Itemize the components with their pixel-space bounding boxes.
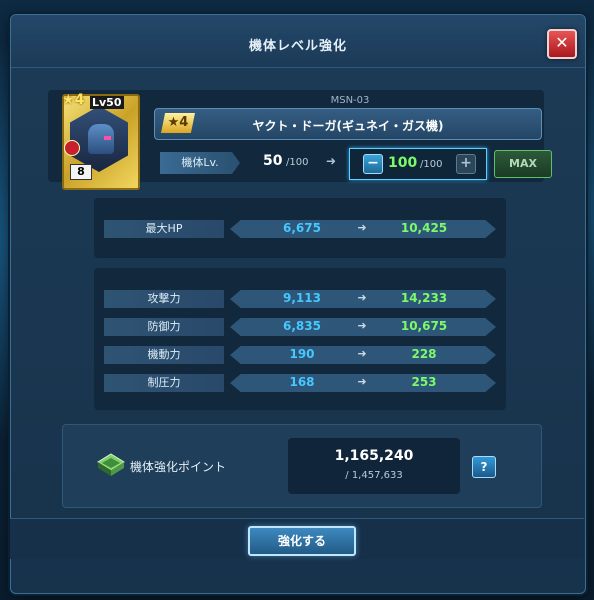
stat-row-hp: 最大HP 6,675 ➜ 10,425: [104, 220, 496, 238]
model-code: MSN-03: [330, 95, 370, 106]
unit-card[interactable]: ★4 Lv50 8: [62, 92, 140, 190]
unit-name-plate: ★4 ヤクト・ドーガ(ギュネイ・ガス機): [154, 108, 542, 140]
stat-current: 190: [289, 347, 315, 361]
stat-new: 10,675: [400, 319, 448, 333]
level-target-max: /100: [420, 159, 443, 170]
stat-current: 168: [289, 375, 315, 389]
level-target: 100: [388, 155, 418, 171]
stat-new: 253: [411, 375, 437, 389]
stat-label: 最大HP: [104, 220, 224, 238]
stat-new: 10,425: [400, 221, 448, 235]
type-badge-icon: [64, 140, 80, 156]
points-total: / 1,457,633: [345, 470, 403, 481]
level-stepper: − 100 /100 +: [349, 148, 487, 180]
stat-row-defense: 防御力 6,835 ➜ 10,675: [104, 318, 496, 336]
arrow-icon: ➜: [357, 347, 367, 360]
minus-button[interactable]: −: [363, 154, 383, 174]
card-rarity: 4: [74, 92, 85, 108]
arrow-icon: ➜: [357, 221, 367, 234]
arrow-icon: ➜: [357, 319, 367, 332]
close-icon: ✕: [555, 33, 569, 52]
stat-row-mobility: 機動力 190 ➜ 228: [104, 346, 496, 364]
rarity-star-icon: ★4: [62, 92, 85, 108]
arrow-icon: ➜: [357, 291, 367, 304]
title-bar: 機体レベル強化 ✕: [11, 15, 585, 68]
stat-new: 14,233: [400, 291, 448, 305]
enhance-button[interactable]: 強化する: [248, 526, 356, 556]
stat-label: 機動力: [104, 346, 224, 364]
dialog-title: 機体レベル強化: [248, 39, 347, 54]
plus-button[interactable]: +: [456, 154, 476, 174]
stat-label: 制圧力: [104, 374, 224, 392]
close-button[interactable]: ✕: [547, 29, 577, 59]
card-level: Lv50: [90, 96, 124, 109]
unit-name: ヤクト・ドーガ(ギュネイ・ガス機): [252, 119, 444, 133]
arrow-icon: ➜: [326, 154, 337, 168]
stat-current: 9,113: [283, 291, 321, 305]
card-count: 8: [70, 164, 92, 180]
arrow-icon: ➜: [357, 375, 367, 388]
stat-current: 6,835: [283, 319, 321, 333]
points-value-box: 1,165,240 / 1,457,633: [288, 438, 460, 494]
stat-current: 6,675: [283, 221, 321, 235]
stat-row-attack: 攻撃力 9,113 ➜ 14,233: [104, 290, 496, 308]
chip-icon: [97, 453, 125, 476]
level-current: 50: [263, 153, 283, 169]
stat-label: 攻撃力: [104, 290, 224, 308]
stat-new: 228: [411, 347, 437, 361]
level-current-max: /100: [286, 157, 309, 168]
points-current: 1,165,240: [334, 448, 414, 464]
stat-label: 防御力: [104, 318, 224, 336]
stat-row-suppression: 制圧力 168 ➜ 253: [104, 374, 496, 392]
max-button[interactable]: MAX: [494, 150, 552, 178]
level-label: 機体Lv.: [160, 152, 240, 174]
robot-eye: [104, 136, 111, 140]
points-label: 機体強化ポイント: [130, 460, 227, 474]
help-button[interactable]: ?: [472, 456, 496, 478]
